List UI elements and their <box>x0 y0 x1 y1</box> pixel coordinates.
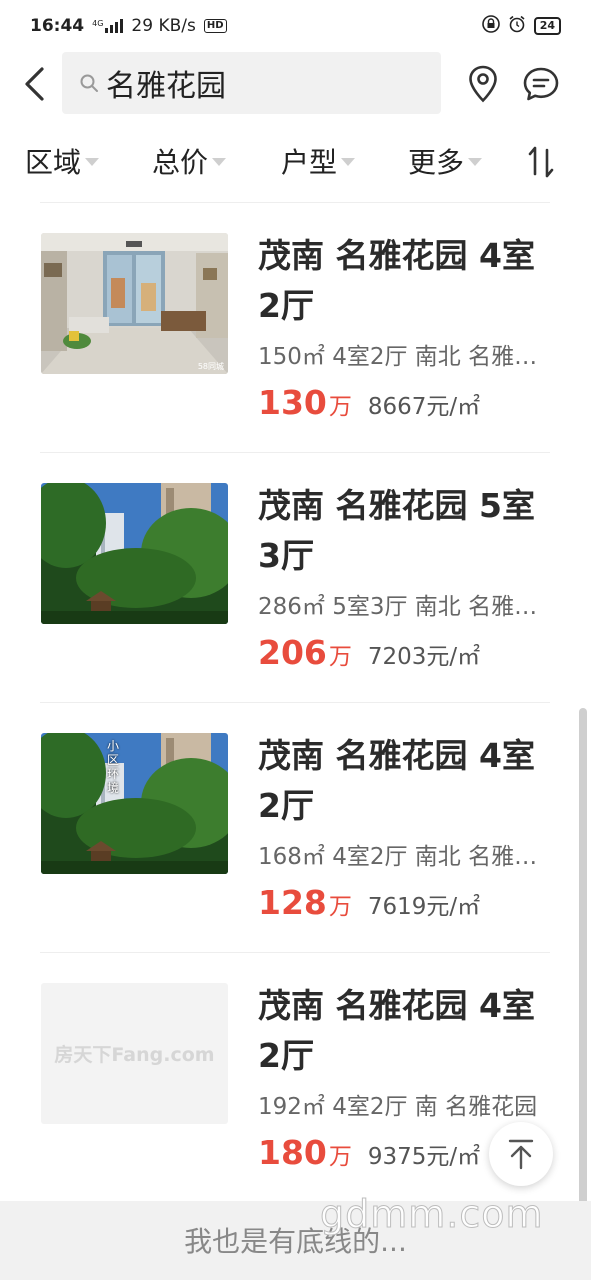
filter-bar: 区域 总价 户型 更多 <box>0 132 591 190</box>
price-unit: 万 <box>328 644 352 670</box>
chat-bubble-icon <box>523 67 559 101</box>
listing-title: 茂南 名雅花园 4室2厅 <box>258 736 535 825</box>
price-row: 128 万 7619元/㎡ <box>258 883 480 922</box>
search-input[interactable]: 名雅花园 <box>62 52 441 114</box>
caret-down-icon <box>341 158 356 166</box>
filter-region[interactable]: 区域 <box>25 141 100 181</box>
listing-list: 58同城 茂南 名雅花园 4室2厅 150㎡ 4室2厅 南北 名雅花园 130 … <box>0 203 591 1203</box>
listing-meta: 168㎡ 4室2厅 南北 名雅花园 <box>258 844 540 870</box>
filter-total-price[interactable]: 总价 <box>152 141 227 181</box>
signal-icon: 4G <box>92 19 124 33</box>
scrollbar[interactable] <box>579 708 587 1268</box>
filter-label: 总价 <box>152 146 209 179</box>
unit-price: 8667元/㎡ <box>367 394 481 420</box>
filter-label: 更多 <box>408 146 465 179</box>
search-icon <box>78 72 100 94</box>
sort-button[interactable] <box>526 144 556 180</box>
filter-label: 户型 <box>281 146 338 179</box>
listing-item[interactable]: 58同城 茂南 名雅花园 4室2厅 150㎡ 4室2厅 南北 名雅花园 130 … <box>0 203 591 453</box>
price-row: 130 万 8667元/㎡ <box>258 383 480 422</box>
lock-icon <box>481 14 500 38</box>
back-to-top-button[interactable] <box>489 1122 553 1186</box>
map-location-button[interactable] <box>462 60 504 108</box>
status-time: 16:44 <box>30 16 85 36</box>
price-unit: 万 <box>328 894 352 920</box>
status-bar: 16:44 4G 29 KB/s HD 24 <box>0 0 591 52</box>
price-row: 206 万 7203元/㎡ <box>258 633 480 672</box>
fang-logo: 房天下Fang.com <box>54 1044 215 1066</box>
back-button[interactable] <box>14 60 54 108</box>
listing-item[interactable]: 茂南 名雅花园 5室3厅 286㎡ 5室3厅 南北 名雅花园 206 万 720… <box>0 453 591 703</box>
listing-title: 茂南 名雅花园 5室3厅 <box>258 486 535 575</box>
listing-title: 茂南 名雅花园 4室2厅 <box>258 236 535 325</box>
photo-caption: 小区环境 <box>107 739 120 795</box>
chevron-left-icon <box>25 67 44 101</box>
price-row: 180 万 9375元/㎡ <box>258 1133 480 1172</box>
listing-meta: 286㎡ 5室3厅 南北 名雅花园 <box>258 594 540 620</box>
net-type-label: 4G <box>92 19 104 28</box>
unit-price: 7619元/㎡ <box>367 894 481 920</box>
garden-photo <box>41 483 228 624</box>
sort-icon <box>528 146 554 178</box>
network-speed: 29 KB/s <box>131 16 196 36</box>
search-header: 名雅花园 <box>0 52 591 116</box>
total-price: 180 <box>258 1133 327 1172</box>
battery-icon: 24 <box>533 17 561 35</box>
garden-photo: 小区环境 <box>41 733 228 874</box>
search-query: 名雅花园 <box>106 69 226 104</box>
message-button[interactable] <box>519 60 563 108</box>
total-price: 128 <box>258 883 327 922</box>
living-room-photo: 58同城 <box>41 233 228 374</box>
caret-down-icon <box>85 158 100 166</box>
filter-layout[interactable]: 户型 <box>281 141 356 181</box>
site-watermark: gdmm.com <box>320 1192 544 1237</box>
total-price: 206 <box>258 633 327 672</box>
arrow-up-icon <box>508 1139 534 1170</box>
watermark-58: 58同城 <box>197 362 224 371</box>
listing-title: 茂南 名雅花园 4室2厅 <box>258 986 535 1075</box>
alarm-icon <box>508 15 526 38</box>
listing-item[interactable]: 小区环境 茂南 名雅花园 4室2厅 168㎡ 4室2厅 南北 名雅花园 128 … <box>0 703 591 953</box>
filter-label: 区域 <box>25 146 82 179</box>
price-unit: 万 <box>328 1144 352 1170</box>
unit-price: 9375元/㎡ <box>367 1144 481 1170</box>
price-unit: 万 <box>328 394 352 420</box>
caret-down-icon <box>212 158 227 166</box>
hd-badge: HD <box>203 19 227 33</box>
total-price: 130 <box>258 383 327 422</box>
location-pin-icon <box>469 65 497 103</box>
listing-meta: 192㎡ 4室2厅 南 名雅花园 <box>258 1094 538 1120</box>
listing-meta: 150㎡ 4室2厅 南北 名雅花园 <box>258 344 540 370</box>
filter-more[interactable]: 更多 <box>408 141 483 181</box>
placeholder-image: 房天下Fang.com <box>41 983 228 1124</box>
unit-price: 7203元/㎡ <box>367 644 481 670</box>
caret-down-icon <box>468 158 483 166</box>
